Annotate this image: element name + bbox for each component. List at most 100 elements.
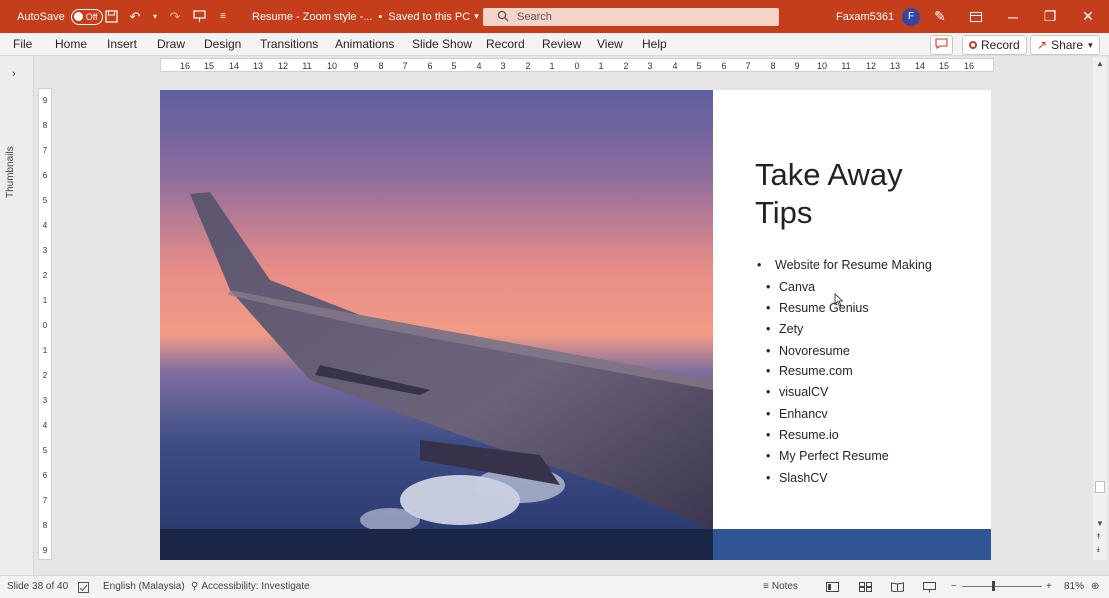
status-bar: Slide 38 of 40 English (Malaysia) ⚲ Acce… bbox=[0, 575, 1109, 598]
list-item: • visualCV bbox=[766, 385, 829, 399]
expand-thumbnails-icon[interactable]: › bbox=[12, 68, 16, 80]
svg-text:3: 3 bbox=[647, 61, 652, 71]
minimize-icon[interactable]: ─ bbox=[995, 0, 1031, 33]
tab-transitions[interactable]: Transitions bbox=[260, 33, 318, 55]
reading-view-icon[interactable] bbox=[891, 576, 904, 598]
svg-text:14: 14 bbox=[915, 61, 925, 71]
svg-text:5: 5 bbox=[696, 61, 701, 71]
spell-check-icon[interactable] bbox=[78, 576, 89, 598]
share-label: Share bbox=[1051, 38, 1084, 52]
tab-file[interactable]: File bbox=[13, 33, 32, 55]
zoom-slider[interactable] bbox=[962, 581, 1042, 591]
chevron-down-icon[interactable]: ▾ bbox=[474, 11, 479, 22]
svg-text:11: 11 bbox=[302, 61, 311, 71]
svg-text:16: 16 bbox=[964, 61, 974, 71]
svg-text:9: 9 bbox=[353, 61, 358, 71]
tab-help[interactable]: Help bbox=[642, 33, 667, 55]
svg-text:7: 7 bbox=[43, 496, 48, 505]
svg-text:12: 12 bbox=[866, 61, 876, 71]
user-name[interactable]: Faxam5361 bbox=[836, 11, 894, 23]
close-icon[interactable]: ✕ bbox=[1070, 0, 1106, 33]
vertical-ruler: 9 8 7 6 5 4 3 2 1 0 1 2 3 4 5 6 7 8 9 bbox=[38, 88, 52, 560]
svg-text:7: 7 bbox=[402, 61, 407, 71]
list-item: • Resume.io bbox=[766, 428, 839, 442]
svg-text:4: 4 bbox=[476, 61, 481, 71]
list-item: • Novoresume bbox=[766, 344, 850, 358]
list-item: • Resume Genius bbox=[766, 301, 869, 315]
search-box[interactable]: Search bbox=[483, 8, 779, 26]
zoom-level[interactable]: 81% bbox=[1064, 576, 1084, 598]
language-indicator[interactable]: English (Malaysia) bbox=[103, 576, 185, 598]
svg-text:15: 15 bbox=[204, 61, 214, 71]
comments-button[interactable] bbox=[930, 35, 953, 55]
svg-text:4: 4 bbox=[43, 221, 48, 230]
share-button[interactable]: ↗ Share ▾ bbox=[1030, 35, 1100, 55]
slide-accent-band bbox=[713, 529, 991, 560]
tab-design[interactable]: Design bbox=[204, 33, 241, 55]
svg-text:15: 15 bbox=[939, 61, 949, 71]
document-title[interactable]: Resume - Zoom style -... bbox=[252, 11, 372, 23]
customize-toolbar-icon[interactable]: ≡ bbox=[215, 9, 231, 25]
svg-text:1: 1 bbox=[43, 346, 48, 355]
accessibility-status[interactable]: ⚲ Accessibility: Investigate bbox=[191, 576, 310, 598]
thumbnails-label[interactable]: Thumbnails bbox=[5, 146, 16, 198]
slide-show-view-icon[interactable] bbox=[923, 576, 936, 598]
zoom-slider-handle[interactable] bbox=[992, 581, 995, 591]
svg-text:12: 12 bbox=[278, 61, 288, 71]
undo-icon[interactable]: ↶ bbox=[127, 9, 143, 25]
autosave-toggle[interactable]: Off bbox=[70, 8, 103, 25]
svg-text:8: 8 bbox=[770, 61, 775, 71]
svg-text:9: 9 bbox=[43, 546, 48, 555]
svg-text:3: 3 bbox=[43, 246, 48, 255]
zoom-out-icon[interactable]: − bbox=[951, 576, 957, 598]
vertical-scrollbar[interactable]: ▲ ▼ ⯭ ⯯ bbox=[1093, 57, 1107, 560]
restore-icon[interactable]: ❐ bbox=[1032, 0, 1068, 33]
share-icon: ↗ bbox=[1037, 38, 1048, 52]
svg-text:7: 7 bbox=[745, 61, 750, 71]
undo-dropdown-icon[interactable]: ▾ bbox=[151, 9, 159, 25]
tab-home[interactable]: Home bbox=[55, 33, 87, 55]
tab-animations[interactable]: Animations bbox=[335, 33, 394, 55]
scrollbar-thumb[interactable] bbox=[1095, 481, 1105, 493]
record-button[interactable]: Record bbox=[962, 35, 1027, 55]
notes-icon: ≡ bbox=[763, 581, 769, 592]
ribbon-display-icon[interactable] bbox=[958, 0, 994, 33]
slide-counter[interactable]: Slide 38 of 40 bbox=[7, 576, 68, 598]
svg-text:16: 16 bbox=[180, 61, 190, 71]
svg-text:5: 5 bbox=[43, 196, 48, 205]
tab-slide-show[interactable]: Slide Show bbox=[412, 33, 472, 55]
svg-text:1: 1 bbox=[43, 296, 48, 305]
airplane-wing-photo[interactable] bbox=[160, 90, 713, 560]
accessibility-icon: ⚲ bbox=[191, 581, 199, 592]
list-item: • Website for Resume Making bbox=[757, 258, 932, 272]
slide-sorter-icon[interactable] bbox=[859, 576, 872, 598]
tab-draw[interactable]: Draw bbox=[157, 33, 185, 55]
mouse-cursor-icon bbox=[834, 293, 844, 307]
notes-button[interactable]: ≡ Notes bbox=[763, 576, 798, 598]
svg-text:2: 2 bbox=[525, 61, 530, 71]
autosave[interactable]: AutoSave Off bbox=[17, 0, 103, 33]
list-item: • Canva bbox=[766, 280, 816, 294]
save-status[interactable]: Saved to this PC bbox=[388, 11, 470, 23]
normal-view-icon[interactable] bbox=[826, 576, 839, 598]
zoom-in-icon[interactable]: + bbox=[1046, 576, 1052, 598]
svg-text:3: 3 bbox=[43, 396, 48, 405]
tab-review[interactable]: Review bbox=[542, 33, 581, 55]
previous-slide-icon[interactable]: ⯭ bbox=[1096, 532, 1101, 542]
fit-to-window-icon[interactable]: ⊕ bbox=[1091, 576, 1099, 598]
next-slide-icon[interactable]: ⯯ bbox=[1096, 545, 1101, 555]
present-icon[interactable] bbox=[191, 9, 207, 25]
save-icon[interactable] bbox=[103, 9, 119, 25]
scroll-down-icon[interactable]: ▼ bbox=[1096, 519, 1104, 528]
slide-title[interactable]: Take Away Tips bbox=[755, 156, 903, 232]
ribbon-tabs: File Home Insert Draw Design Transitions… bbox=[0, 33, 1109, 56]
scroll-up-icon[interactable]: ▲ bbox=[1096, 59, 1104, 68]
avatar[interactable]: F bbox=[902, 7, 921, 26]
pen-icon[interactable]: ✎ bbox=[922, 0, 958, 33]
redo-icon[interactable]: ↷ bbox=[167, 9, 183, 25]
svg-text:8: 8 bbox=[43, 121, 48, 130]
tab-insert[interactable]: Insert bbox=[107, 33, 137, 55]
tab-view[interactable]: View bbox=[597, 33, 623, 55]
tab-record[interactable]: Record bbox=[486, 33, 525, 55]
svg-text:10: 10 bbox=[817, 61, 827, 71]
